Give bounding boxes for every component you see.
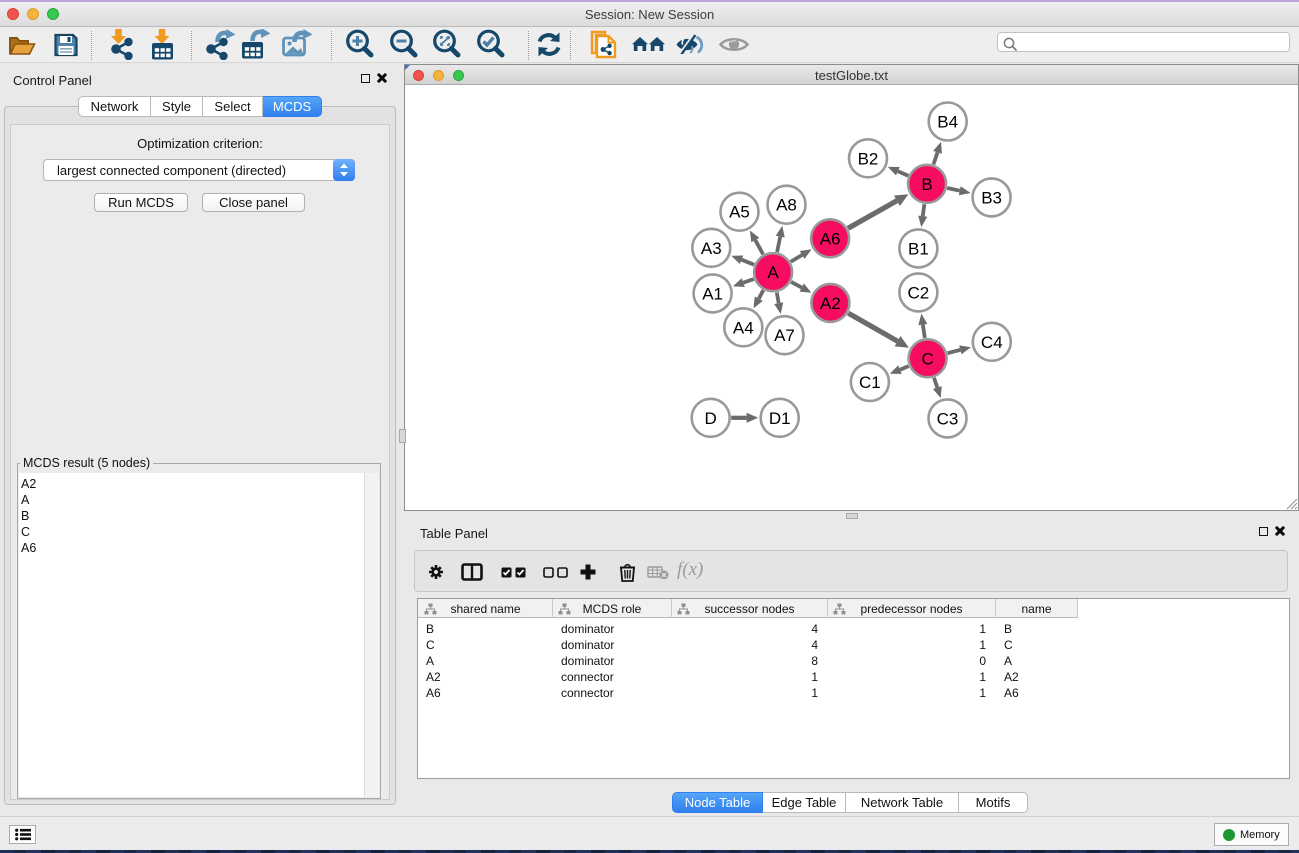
svg-text:A6: A6 — [820, 229, 841, 248]
svg-text:D: D — [705, 409, 717, 428]
svg-text:A8: A8 — [776, 196, 797, 215]
svg-text:A1: A1 — [702, 284, 723, 303]
svg-text:A4: A4 — [733, 318, 754, 337]
svg-text:A2: A2 — [820, 294, 841, 313]
svg-text:B1: B1 — [908, 239, 929, 258]
svg-text:A: A — [767, 263, 779, 282]
svg-text:A7: A7 — [774, 326, 795, 345]
svg-text:A3: A3 — [701, 239, 722, 258]
svg-text:C1: C1 — [859, 373, 881, 392]
svg-text:C: C — [921, 349, 933, 368]
svg-text:D1: D1 — [769, 409, 791, 428]
svg-text:C3: C3 — [937, 409, 959, 428]
svg-text:C4: C4 — [981, 333, 1003, 352]
svg-text:A5: A5 — [729, 203, 750, 222]
svg-text:B2: B2 — [858, 149, 879, 168]
svg-text:B3: B3 — [981, 188, 1002, 207]
svg-text:C2: C2 — [908, 283, 930, 302]
svg-text:B: B — [921, 175, 932, 194]
svg-text:B4: B4 — [937, 113, 958, 132]
